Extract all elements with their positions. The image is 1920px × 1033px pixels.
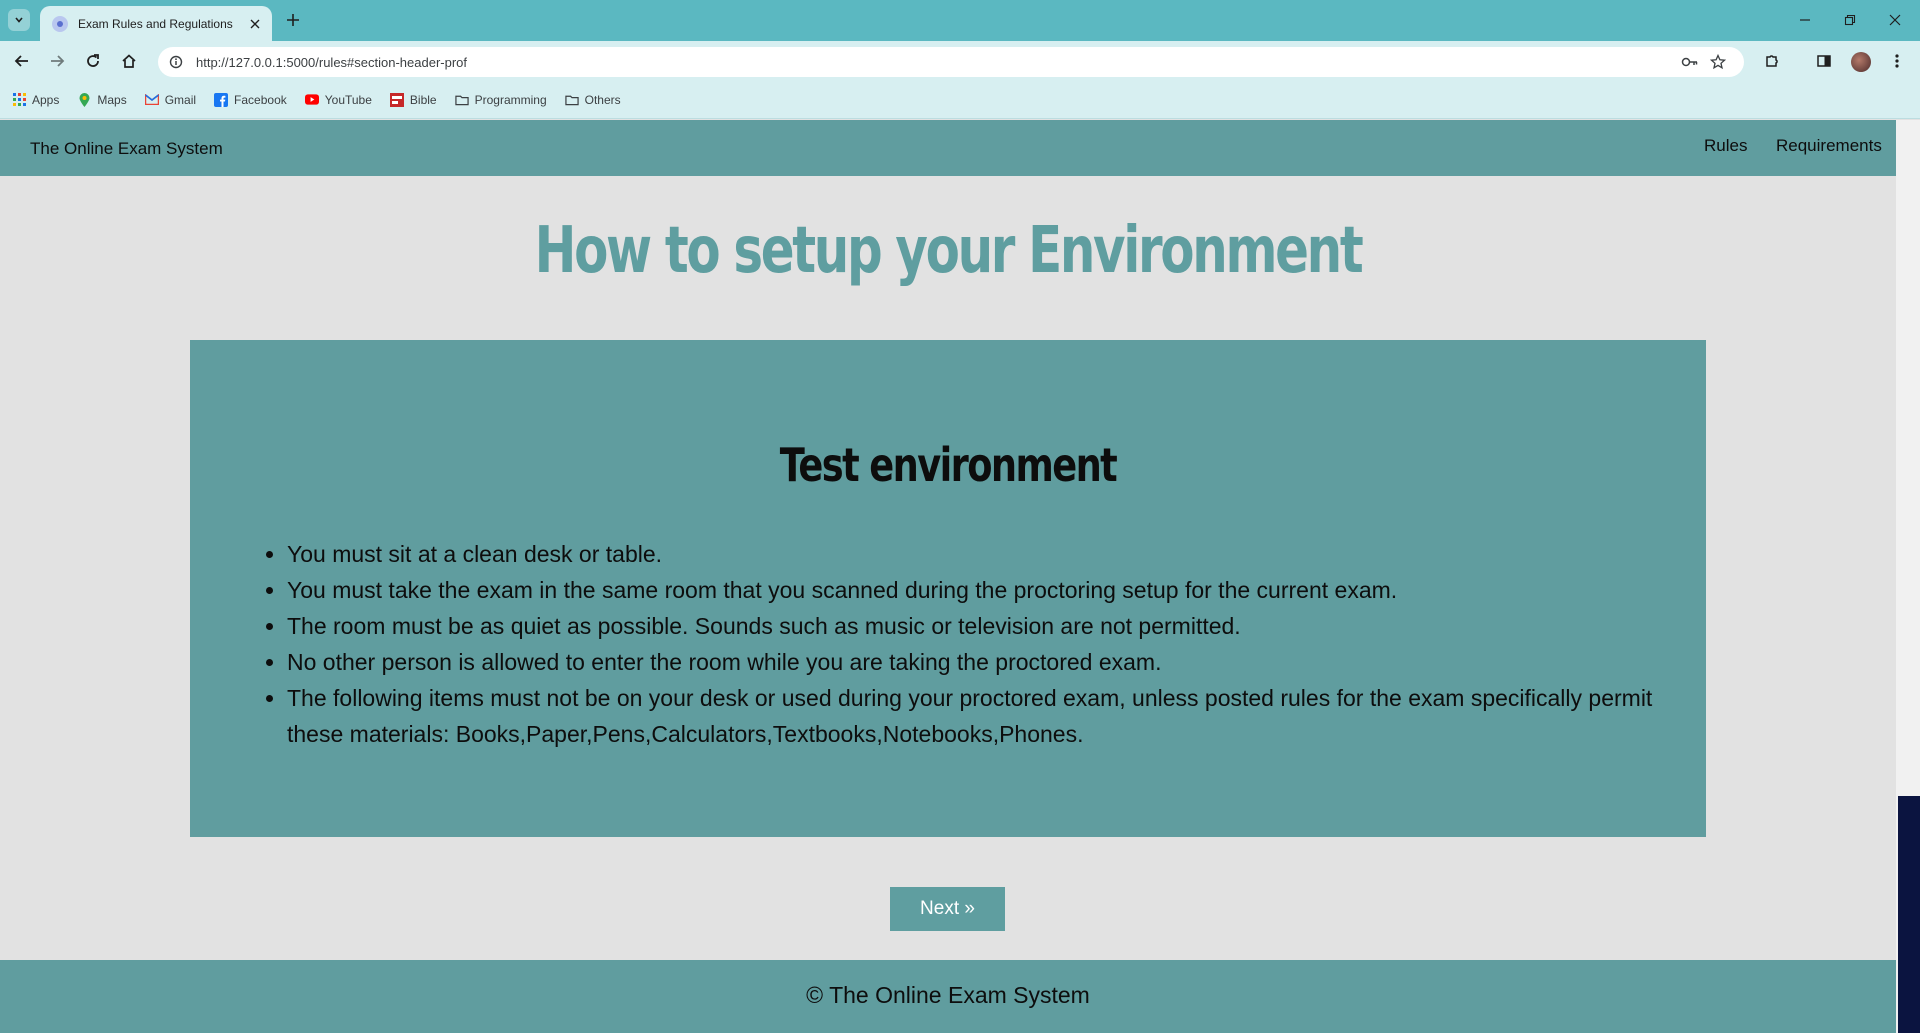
browser-tab-bar: Exam Rules and Regulations xyxy=(0,0,1920,41)
bookmark-label: Bible xyxy=(409,92,437,107)
brand-link[interactable]: The Online Exam System xyxy=(30,139,223,159)
extensions-puzzle-icon[interactable] xyxy=(1760,49,1784,73)
page-title: How to setup your Environment xyxy=(534,214,1364,288)
new-tab-plus-icon[interactable] xyxy=(282,9,304,31)
site-navbar: The Online Exam System Rules Requirement… xyxy=(0,120,1896,176)
restore-icon[interactable] xyxy=(1837,8,1863,32)
bookmark-label: Programming xyxy=(474,92,547,107)
favicon-icon xyxy=(52,15,68,32)
footer-copyright: © The Online Exam System xyxy=(806,982,1090,1008)
bookmark-bible[interactable]: Bible xyxy=(389,92,437,107)
apps-grid-icon xyxy=(12,93,26,107)
browser-toolbar: http://127.0.0.1:5000/rules#section-head… xyxy=(0,41,1920,81)
bookmark-maps[interactable]: Maps xyxy=(77,92,127,107)
bookmark-gmail[interactable]: Gmail xyxy=(144,92,197,107)
tab-search-dropdown-icon[interactable] xyxy=(8,9,30,31)
reload-icon[interactable] xyxy=(81,49,105,73)
list-item: The room must be as quiet as possible. S… xyxy=(287,608,1657,644)
card-title: Test environment xyxy=(779,438,1118,492)
maps-pin-icon xyxy=(77,92,91,107)
bookmark-label: Gmail xyxy=(164,92,197,107)
tab-title: Exam Rules and Regulations xyxy=(78,16,233,31)
bookmark-label: Others xyxy=(584,92,621,107)
youtube-icon xyxy=(304,93,319,107)
scrollbar-thumb[interactable] xyxy=(1898,796,1920,1033)
bookmark-programming[interactable]: Programming xyxy=(454,92,547,107)
rules-list: You must sit at a clean desk or table. Y… xyxy=(287,536,1657,752)
bookmark-facebook[interactable]: Facebook xyxy=(214,92,287,107)
list-item: No other person is allowed to enter the … xyxy=(287,644,1657,680)
close-window-icon[interactable] xyxy=(1882,8,1908,32)
list-item: You must sit at a clean desk or table. xyxy=(287,536,1657,572)
footer: © The Online Exam System xyxy=(0,960,1896,1033)
next-button[interactable]: Next » xyxy=(890,887,1005,931)
bookmark-label: Apps xyxy=(32,92,60,107)
bible-icon xyxy=(389,92,404,107)
bookmark-label: Maps xyxy=(97,92,127,107)
bookmark-label: YouTube xyxy=(324,92,372,107)
bookmark-others[interactable]: Others xyxy=(564,92,621,107)
test-environment-card: Test environment You must sit at a clean… xyxy=(190,340,1706,837)
side-panel-icon[interactable] xyxy=(1812,49,1836,73)
folder-icon xyxy=(564,93,579,107)
browser-tab-active[interactable]: Exam Rules and Regulations xyxy=(40,6,272,41)
tab-close-icon[interactable] xyxy=(246,15,264,33)
address-bar[interactable]: http://127.0.0.1:5000/rules#section-head… xyxy=(158,47,1744,77)
gmail-icon xyxy=(144,93,159,107)
home-icon[interactable] xyxy=(117,49,141,73)
back-arrow-icon[interactable] xyxy=(10,49,34,73)
site-info-icon[interactable] xyxy=(168,54,184,70)
folder-icon xyxy=(454,93,469,107)
bookmark-star-icon[interactable] xyxy=(1704,50,1732,74)
url-text[interactable]: http://127.0.0.1:5000/rules#section-head… xyxy=(196,55,1676,70)
bookmark-youtube[interactable]: YouTube xyxy=(304,92,372,107)
list-item: You must take the exam in the same room … xyxy=(287,572,1657,608)
list-item: The following items must not be on your … xyxy=(287,680,1657,752)
bookmark-label: Facebook xyxy=(234,92,287,107)
forward-arrow-icon[interactable] xyxy=(45,49,69,73)
minimize-icon[interactable] xyxy=(1792,8,1818,32)
password-key-icon[interactable] xyxy=(1676,50,1704,74)
bookmark-apps[interactable]: Apps xyxy=(12,93,59,107)
page-content: The Online Exam System Rules Requirement… xyxy=(0,120,1896,1033)
bookmarks-bar: Apps Maps Gmail Facebook YouTube Bible P… xyxy=(0,81,1920,119)
facebook-icon xyxy=(214,92,229,107)
nav-link-rules[interactable]: Rules xyxy=(1704,136,1747,156)
nav-link-requirements[interactable]: Requirements xyxy=(1776,136,1882,156)
kebab-menu-icon[interactable] xyxy=(1885,49,1909,73)
profile-avatar[interactable] xyxy=(1851,52,1871,72)
